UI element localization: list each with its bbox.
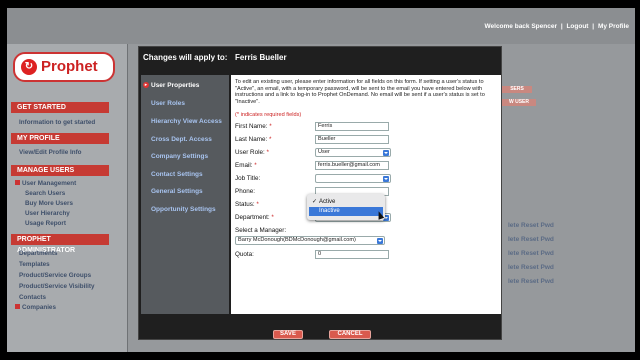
save-button[interactable]: SAVE <box>273 330 303 339</box>
table-row[interactable]: lete Reset Pwd <box>508 250 554 259</box>
status-option-label: Active <box>319 199 336 205</box>
nav-user-hierarchy[interactable]: User Hierarchy <box>25 210 121 217</box>
prophet-logo-icon: ↻ <box>21 59 37 75</box>
required-asterisk: * <box>268 136 272 143</box>
nav-product-groups[interactable]: Product/Service Groups <box>19 272 119 279</box>
logo-text: Prophet <box>41 58 98 75</box>
department-label-text: Department: <box>235 214 270 221</box>
top-bar: Welcome back Spencer | Logout | My Profi… <box>7 8 635 44</box>
manager-label: Select a Manager: <box>235 227 287 234</box>
tab-user-properties[interactable]: User Properties <box>151 82 199 89</box>
email-label-text: Email: <box>235 162 253 169</box>
nav-product-visibility[interactable]: Product/Service Visibility <box>19 283 119 290</box>
user-role-label: User Role: * <box>235 149 269 156</box>
table-row[interactable]: lete Reset Pwd <box>508 222 554 231</box>
welcome-text: Welcome back Spencer <box>484 23 558 30</box>
logout-link[interactable]: Logout <box>566 23 588 30</box>
nav-get-started[interactable]: GET STARTED <box>11 102 109 113</box>
new-user-button[interactable]: W USER <box>502 99 536 106</box>
screen: Welcome back Spencer | Logout | My Profi… <box>0 0 640 360</box>
chevron-down-icon <box>377 238 383 244</box>
nav-search-users[interactable]: Search Users <box>25 190 121 197</box>
required-asterisk: * <box>271 214 274 221</box>
edit-user-modal: Changes will apply to: Ferris Bueller ▸ … <box>138 46 502 340</box>
status-option-active[interactable]: ✓ Active <box>309 198 383 207</box>
status-option-inactive[interactable]: Inactive <box>309 207 383 216</box>
nav-departments[interactable]: Departments <box>19 250 119 257</box>
chevron-down-icon <box>383 176 389 182</box>
tab-user-roles[interactable]: User Roles <box>151 100 185 107</box>
job-title-label: Job Title: <box>235 175 261 182</box>
form-instructions: To edit an existing user, please enter i… <box>235 79 485 105</box>
nav-buy-more-users[interactable]: Buy More Users <box>25 200 121 207</box>
status-label-text: Status: <box>235 201 255 208</box>
tab-general-settings[interactable]: General Settings <box>151 188 203 195</box>
nav-companies-label: Companies <box>22 304 56 311</box>
nav-companies[interactable]: Companies <box>15 304 115 311</box>
job-title-select[interactable] <box>315 174 391 183</box>
first-name-field[interactable]: Ferris <box>315 122 389 131</box>
tab-hierarchy-view-access[interactable]: Hierarchy View Access <box>151 118 222 125</box>
user-role-select[interactable]: User <box>315 148 391 157</box>
last-name-label: Last Name: * <box>235 136 271 143</box>
quota-field[interactable]: 0 <box>315 250 389 259</box>
phone-label: Phone: <box>235 188 255 195</box>
table-row[interactable]: lete Reset Pwd <box>508 236 554 245</box>
required-asterisk: * <box>269 123 272 130</box>
table-row[interactable]: lete Reset Pwd <box>508 278 554 287</box>
user-role-value: User <box>318 149 330 155</box>
tab-opportunity-settings[interactable]: Opportunity Settings <box>151 206 216 213</box>
nav-my-profile[interactable]: MY PROFILE <box>11 133 109 144</box>
chevron-down-icon <box>383 150 389 156</box>
status-option-label: Inactive <box>319 208 340 214</box>
nav-prophet-admin[interactable]: PROPHET ADMINISTRATOR <box>11 234 109 254</box>
separator: | <box>592 23 595 30</box>
sidebar: ↻ Prophet GET STARTED Information to get… <box>7 44 127 352</box>
last-name-field[interactable]: Bueller <box>315 135 389 144</box>
my-profile-link[interactable]: My Profile <box>598 23 629 30</box>
department-label: Department: * <box>235 214 274 221</box>
modal-user-name: Ferris Bueller <box>235 53 287 62</box>
minus-icon <box>15 180 20 185</box>
user-role-label-text: User Role: <box>235 149 265 156</box>
nav-contacts[interactable]: Contacts <box>19 294 119 301</box>
nav-manage-users[interactable]: MANAGE USERS <box>11 165 109 176</box>
nav-item-view-profile[interactable]: View/Edit Profile Info <box>19 149 119 156</box>
nav-user-management-label: User Management <box>22 180 77 187</box>
checkmark-icon: ✓ <box>312 199 318 205</box>
modal-tab-list: ▸ User Properties User Roles Hierarchy V… <box>141 75 229 314</box>
required-asterisk: * <box>254 162 257 169</box>
nav-item-info[interactable]: Information to get started <box>19 119 119 126</box>
active-tab-arrow-icon: ▸ <box>143 82 149 88</box>
separator: | <box>560 23 563 30</box>
last-name-label-text: Last Name: <box>235 136 268 143</box>
top-links: Welcome back Spencer | Logout | My Profi… <box>483 23 630 30</box>
tab-contact-settings[interactable]: Contact Settings <box>151 171 203 178</box>
first-name-label-text: First Name: <box>235 123 268 130</box>
required-asterisk: * <box>256 201 259 208</box>
status-dropdown[interactable]: ✓ Active Inactive <box>307 194 385 220</box>
nav-user-management[interactable]: User Management <box>15 180 115 187</box>
cancel-button[interactable]: CANCEL <box>329 330 371 339</box>
nav-templates[interactable]: Templates <box>19 261 119 268</box>
table-row[interactable]: lete Reset Pwd <box>508 264 554 273</box>
quota-label: Quota: <box>235 251 254 258</box>
first-name-label: First Name: * <box>235 123 272 130</box>
email-label: Email: * <box>235 162 257 169</box>
plus-icon <box>15 304 20 309</box>
required-note: (* indicates required fields) <box>235 112 302 118</box>
prophet-logo[interactable]: ↻ Prophet <box>13 52 115 82</box>
manager-value: Barry McDonough(BDMcDonough@gmail.com) <box>238 237 356 243</box>
email-field[interactable]: ferris.bueller@gmail.com <box>315 161 389 170</box>
nav-usage-report[interactable]: Usage Report <box>25 220 121 227</box>
tab-company-settings[interactable]: Company Settings <box>151 153 208 160</box>
status-label: Status: * <box>235 201 259 208</box>
modal-title: Changes will apply to: <box>143 53 228 62</box>
users-button[interactable]: SERS <box>502 86 532 93</box>
manager-select[interactable]: Barry McDonough(BDMcDonough@gmail.com) <box>235 236 385 245</box>
tab-cross-dept-access[interactable]: Cross Dept. Access <box>151 136 212 143</box>
required-asterisk: * <box>266 149 269 156</box>
